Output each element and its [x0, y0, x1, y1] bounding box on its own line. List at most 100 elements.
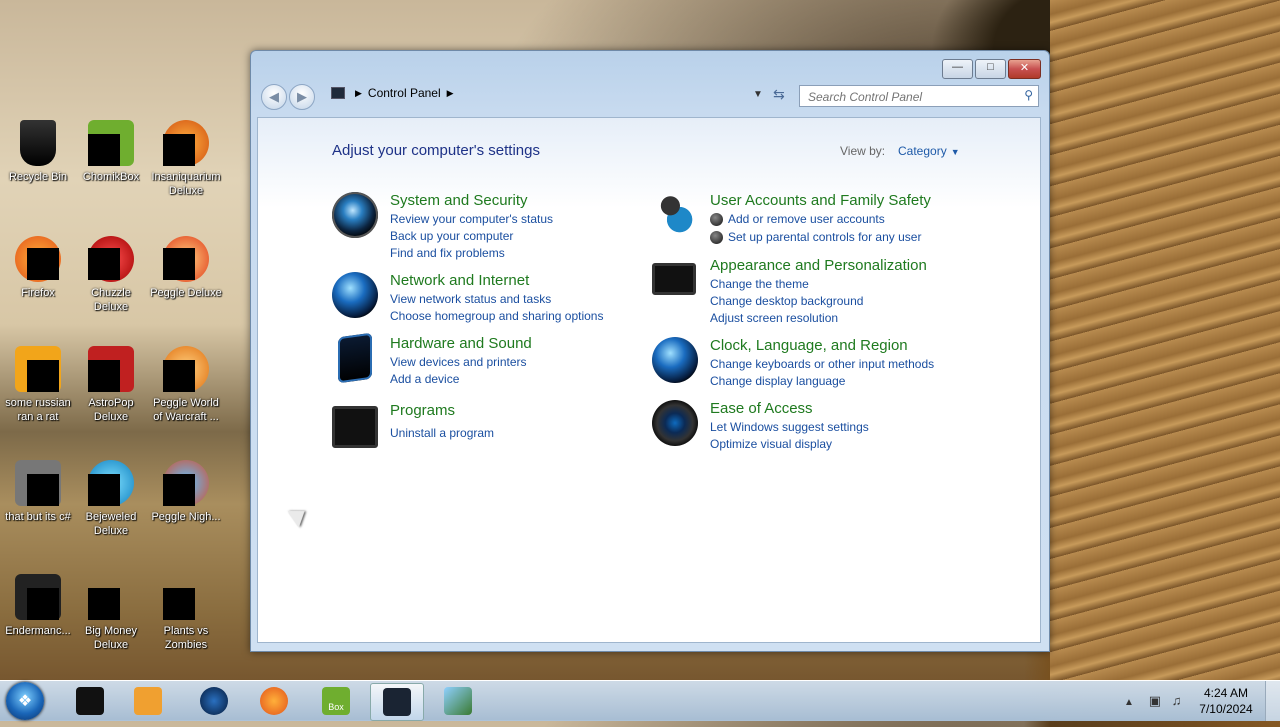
desktop-icon-chuzzle[interactable]: Chuzzle Deluxe [73, 236, 149, 314]
desktop-icon-label: Chuzzle Deluxe [91, 287, 131, 313]
category-title[interactable]: System and Security [390, 192, 528, 209]
desktop-icon-label: Peggle Deluxe [150, 287, 222, 299]
hardware-sound-icon [338, 332, 372, 384]
back-button[interactable]: ◀ [261, 84, 287, 110]
view-by-value: Category [898, 144, 947, 158]
taskbar-item-firefox[interactable] [248, 683, 300, 719]
desktop-icon-peggle[interactable]: Peggle Deluxe [148, 236, 224, 300]
link-keyboards[interactable]: Change keyboards or other input methods [710, 357, 934, 371]
address-bar[interactable]: ▶ Control Panel ▶ [331, 86, 460, 100]
link-add-remove-users[interactable]: Add or remove user accounts [728, 212, 885, 226]
desktop-icon-insaniquarium[interactable]: Insaniquarium Deluxe [148, 120, 224, 198]
refresh-icon[interactable]: ⇆ [773, 86, 785, 103]
desktop-icon-that-but-its-csharp[interactable]: that but its c# [0, 460, 76, 524]
view-by-label: View by: [840, 144, 886, 158]
desktop-icon-recycle-bin[interactable]: Recycle Bin [0, 120, 76, 184]
desktop-icon-firefox[interactable]: Firefox [0, 236, 76, 300]
link-change-theme[interactable]: Change the theme [710, 277, 809, 291]
breadcrumb-control-panel[interactable]: Control Panel [368, 86, 441, 100]
show-hidden-icons-icon[interactable]: ▲ [1124, 697, 1134, 708]
start-button[interactable]: ❖ [6, 682, 44, 720]
desktop-icon-peggle-nights[interactable]: Peggle Nigh... [148, 460, 224, 524]
desktop-icon-label: Peggle Nigh... [151, 511, 221, 523]
category-title[interactable]: Ease of Access [710, 400, 813, 417]
taskbar-item-file-manager[interactable] [64, 683, 116, 719]
taskbar-item-control-panel[interactable] [370, 683, 424, 721]
link-optimize-display[interactable]: Optimize visual display [710, 437, 832, 451]
system-security-icon [332, 192, 378, 238]
taskbar-item-internet[interactable] [188, 683, 240, 719]
link-parental-controls[interactable]: Set up parental controls for any user [728, 230, 921, 244]
search-icon[interactable]: ⚲ [1024, 88, 1033, 102]
search-box[interactable]: ⚲ [799, 85, 1039, 107]
desktop-wood-background [1050, 0, 1280, 680]
clock-region-icon [652, 337, 698, 383]
minimize-button[interactable]: — [942, 59, 973, 79]
volume-icon[interactable]: ♫ [1172, 693, 1182, 708]
link-uninstall[interactable]: Uninstall a program [390, 426, 494, 440]
link-review-status[interactable]: Review your computer's status [390, 212, 553, 226]
network-icon[interactable]: ▣ [1149, 693, 1161, 708]
desktop-icon-big-money[interactable]: Big Money Deluxe [73, 574, 149, 652]
link-screen-resolution[interactable]: Adjust screen resolution [710, 311, 838, 325]
forward-button[interactable]: ▶ [289, 84, 315, 110]
link-devices-printers[interactable]: View devices and printers [390, 355, 527, 369]
category-title[interactable]: Hardware and Sound [390, 335, 532, 352]
desktop-icon-label: Bejeweled Deluxe [85, 511, 137, 537]
plants-vs-zombies-icon [163, 574, 209, 620]
category-title[interactable]: Appearance and Personalization [710, 257, 927, 274]
address-dropdown-icon[interactable]: ▼ [753, 89, 763, 100]
app-icon [15, 574, 61, 620]
link-windows-suggest[interactable]: Let Windows suggest settings [710, 420, 869, 434]
content-pane: Adjust your computer's settings View by:… [257, 117, 1041, 643]
desktop-icon-label: Recycle Bin [8, 171, 68, 183]
desktop-icon-astropop[interactable]: AstroPop Deluxe [73, 346, 149, 424]
link-find-fix[interactable]: Find and fix problems [390, 246, 505, 260]
firefox-icon [15, 236, 61, 282]
globe-icon [200, 687, 228, 715]
insaniquarium-icon [163, 120, 209, 166]
category-network-and-internet: Network and Internet View network status… [332, 272, 632, 332]
category-clock-language-region: Clock, Language, and Region Change keybo… [652, 337, 972, 397]
link-homegroup[interactable]: Choose homegroup and sharing options [390, 309, 603, 323]
chomikbox-icon: Box [322, 687, 350, 715]
page-title: Adjust your computer's settings [332, 142, 540, 159]
link-network-status[interactable]: View network status and tasks [390, 292, 551, 306]
windows-logo-icon: ❖ [17, 693, 33, 710]
firefox-icon [260, 687, 288, 715]
link-desktop-background[interactable]: Change desktop background [710, 294, 863, 308]
category-appearance: Appearance and Personalization Change th… [652, 257, 972, 327]
clock-date: 7/10/2024 [1199, 702, 1253, 716]
network-internet-icon [332, 272, 378, 318]
taskbar-item-chomikbox[interactable]: Box [310, 683, 362, 719]
maximize-icon: □ [987, 61, 994, 73]
close-button[interactable]: ✕ [1008, 59, 1041, 79]
program-icon [444, 687, 472, 715]
category-title[interactable]: User Accounts and Family Safety [710, 192, 931, 209]
link-add-device[interactable]: Add a device [390, 372, 459, 386]
taskbar-item-media-player[interactable] [122, 683, 174, 719]
category-title[interactable]: Clock, Language, and Region [710, 337, 908, 354]
desktop-icon-bejeweled[interactable]: Bejeweled Deluxe [73, 460, 149, 538]
maximize-button[interactable]: □ [975, 59, 1006, 79]
control-panel-window: — □ ✕ ◀ ▶ ▶ Control Panel ▶ ▼ ⇆ ⚲ Adjust… [250, 50, 1050, 652]
category-title[interactable]: Network and Internet [390, 272, 529, 289]
desktop-icon-endermanc[interactable]: Endermanc... [0, 574, 76, 638]
desktop-icon-some-russian[interactable]: some russian ran a rat [0, 346, 76, 424]
view-by-dropdown[interactable]: Category ▼ [898, 144, 960, 158]
desktop-icon-label: Insaniquarium Deluxe [151, 171, 221, 197]
close-icon: ✕ [1019, 62, 1030, 74]
desktop-icon-chomikbox[interactable]: ChomikBox [73, 120, 149, 184]
desktop-icon-plants-vs-zombies[interactable]: Plants vs Zombies [148, 574, 224, 652]
desktop-icon-label: that but its c# [5, 511, 71, 523]
clock[interactable]: 4:24 AM 7/10/2024 [1196, 685, 1256, 717]
taskbar-item-program[interactable] [432, 683, 484, 719]
link-back-up[interactable]: Back up your computer [390, 229, 513, 243]
category-title[interactable]: Programs [390, 402, 455, 419]
desktop-icon-peggle-wow[interactable]: Peggle World of Warcraft ... [148, 346, 224, 424]
show-desktop-button[interactable] [1265, 681, 1280, 721]
category-hardware-and-sound: Hardware and Sound View devices and prin… [332, 332, 632, 395]
chevron-right-icon[interactable]: ▶ [447, 88, 454, 99]
search-input[interactable] [806, 87, 1020, 107]
link-display-language[interactable]: Change display language [710, 374, 845, 388]
